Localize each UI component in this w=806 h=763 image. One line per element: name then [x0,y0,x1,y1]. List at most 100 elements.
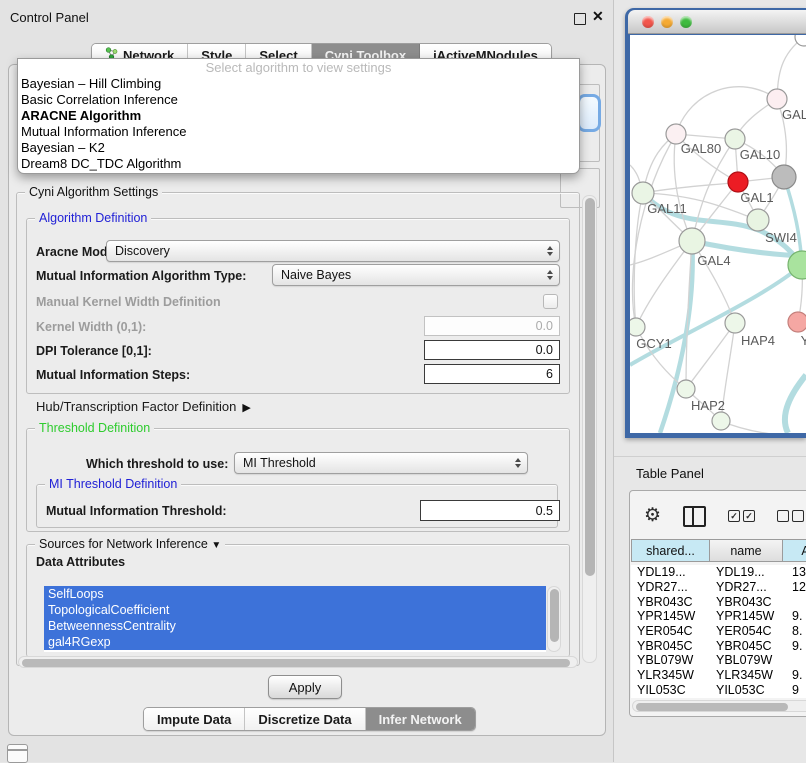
tab-discretize-data[interactable]: Discretize Data [245,708,365,730]
attribute-item-selfloops[interactable]: SelfLoops [44,586,546,602]
tab-infer-network[interactable]: Infer Network [366,708,475,730]
gear-icon[interactable]: ⚙ [644,506,661,526]
network-edge[interactable] [643,182,738,193]
table-row[interactable]: YPR145WYPR145W9. [631,609,806,624]
float-icon[interactable] [574,13,586,25]
table-cell: YBR045C [710,639,783,653]
network-node-gcy1[interactable] [630,318,645,336]
settings-vscrollbar[interactable] [582,195,597,663]
algorithm-option-basic-correlation-inference[interactable]: Basic Correlation Inference [18,92,579,108]
kernel-width-field[interactable]: 0.0 [424,316,560,336]
algorithm-option-bayesian-hill-climbing[interactable]: Bayesian – Hill Climbing [18,76,579,92]
table-hscrollbar[interactable] [632,700,806,712]
control-panel-titlebar: Control Panel ✕ [0,0,613,34]
algorithm-option-mutual-information-inference[interactable]: Mutual Information Inference [18,124,579,140]
column-header-shared[interactable]: shared... [631,539,710,562]
network-node-gal[interactable] [767,89,787,109]
algorithm-option-aracne-algorithm[interactable]: ARACNE Algorithm [18,108,579,124]
table-row[interactable]: YBL079WYBL079W [631,653,806,668]
network-edge[interactable] [634,193,643,327]
dpi-tolerance-field[interactable]: 0.0 [424,340,560,360]
network-edge[interactable] [636,241,692,327]
manual-kernel-checkbox[interactable] [543,294,558,309]
close-traffic-icon[interactable] [642,16,654,28]
table-row[interactable]: YBR045CYBR045C9. [631,638,806,653]
network-node-gal4[interactable] [679,228,705,254]
table-row[interactable]: YER054CYER054C8. [631,624,806,639]
checked-columns-icon[interactable]: ✓✓ [728,510,755,522]
network-node-gal10[interactable] [725,129,745,149]
network-node-hap2[interactable] [677,380,695,398]
table-cell: YPR145W [710,609,783,623]
node-label: HAP2 [691,398,725,413]
mi-type-value: Naive Bayes [281,268,351,282]
network-edge[interactable] [632,134,676,327]
node-label: GAL1 [740,190,773,205]
attribute-item-gal4rgexp[interactable]: gal4RGexp [44,634,546,650]
mi-threshold-field[interactable]: 0.5 [420,500,560,521]
collapse-arrow-icon: ▼ [211,540,221,551]
spinner-arrows-icon [547,270,553,280]
table-header-row: shared...nameA [631,539,806,562]
network-window-titlebar[interactable] [628,10,806,34]
attribute-item-betweennesscentrality[interactable]: BetweennessCentrality [44,618,546,634]
hub-definition-expander[interactable]: Hub/Transcription Factor Definition [36,399,251,414]
tab-impute-data[interactable]: Impute Data [144,708,245,730]
aracne-mode-select[interactable]: Discovery [106,240,560,262]
list-scrollbar[interactable] [547,586,561,652]
minimize-traffic-icon[interactable] [661,16,673,28]
group-title: Threshold Definition [35,421,154,435]
network-node[interactable] [772,165,796,189]
table-cell: 9. [783,639,806,653]
table-row[interactable]: YDR27...YDR27...12 [631,580,806,595]
dpi-tolerance-label: DPI Tolerance [0,1]: [36,344,152,358]
mi-algorithm-type-select[interactable]: Naive Bayes [272,264,560,286]
mi-steps-field[interactable]: 6 [424,364,560,384]
table-row[interactable]: YIL053CYIL053C9 [631,683,806,698]
network-edge[interactable] [686,323,735,389]
close-icon[interactable]: ✕ [592,8,604,25]
network-node-swi4[interactable] [747,209,769,231]
network-node[interactable] [795,35,806,46]
which-threshold-label: Which threshold to use: [86,457,228,471]
node-label: GCY1 [636,336,671,351]
table-cell: YBL079W [631,653,710,667]
table-cell: YDL19... [631,565,710,579]
network-node[interactable] [712,412,730,430]
table-cell: 9 [783,683,806,697]
attribute-item-topologicalcoefficient[interactable]: TopologicalCoefficient [44,602,546,618]
unchecked-columns-icon[interactable] [777,510,804,522]
group-title: Algorithm Definition [35,211,151,225]
table-row[interactable]: YLR345WYLR345W9. [631,668,806,683]
kernel-width-label: Kernel Width (0,1): [36,320,146,334]
grid-icon[interactable] [7,744,28,763]
settings-hscrollbar[interactable] [18,656,578,668]
table-row[interactable]: YBR043CYBR043C [631,594,806,609]
network-node-gal1[interactable] [728,172,748,192]
panel-title: Control Panel [10,10,89,25]
data-attributes-list[interactable]: SelfLoopsTopologicalCoefficientBetweenne… [44,586,546,652]
zoom-traffic-icon[interactable] [680,16,692,28]
algorithm-option-bayesian-k2[interactable]: Bayesian – K2 [18,140,579,156]
table-cell: YLR345W [631,668,710,682]
table-cell: YBR043C [631,595,710,609]
table-cell: 9. [783,609,806,623]
network-node-y[interactable] [788,312,806,332]
node-label: HAP4 [741,333,775,348]
which-threshold-select[interactable]: MI Threshold [234,452,528,474]
column-header-name[interactable]: name [710,539,783,562]
group-title: Sources for Network Inference ▼ [35,537,225,551]
network-canvas[interactable]: GALGAL80GAL10GAL1GAL11SWI4GAL4HAP4YGCY1H… [630,35,806,433]
network-node-hap4[interactable] [725,313,745,333]
network-edge-highlight[interactable] [785,375,806,433]
algorithm-option-dream8-dc-tdc-algorithm[interactable]: Dream8 DC_TDC Algorithm [18,156,579,172]
split-view-icon[interactable] [683,506,706,527]
column-header-a[interactable]: A [783,539,806,562]
table-cell: 13 [783,565,806,579]
network-edge[interactable] [676,87,777,134]
apply-button[interactable]: Apply [268,675,342,699]
table-row[interactable]: YDL19...YDL19...13 [631,565,806,580]
network-graph[interactable]: GALGAL80GAL10GAL1GAL11SWI4GAL4HAP4YGCY1H… [630,35,806,433]
network-view-window[interactable]: GALGAL80GAL10GAL1GAL11SWI4GAL4HAP4YGCY1H… [625,8,806,438]
tab-label: Infer Network [379,712,462,727]
